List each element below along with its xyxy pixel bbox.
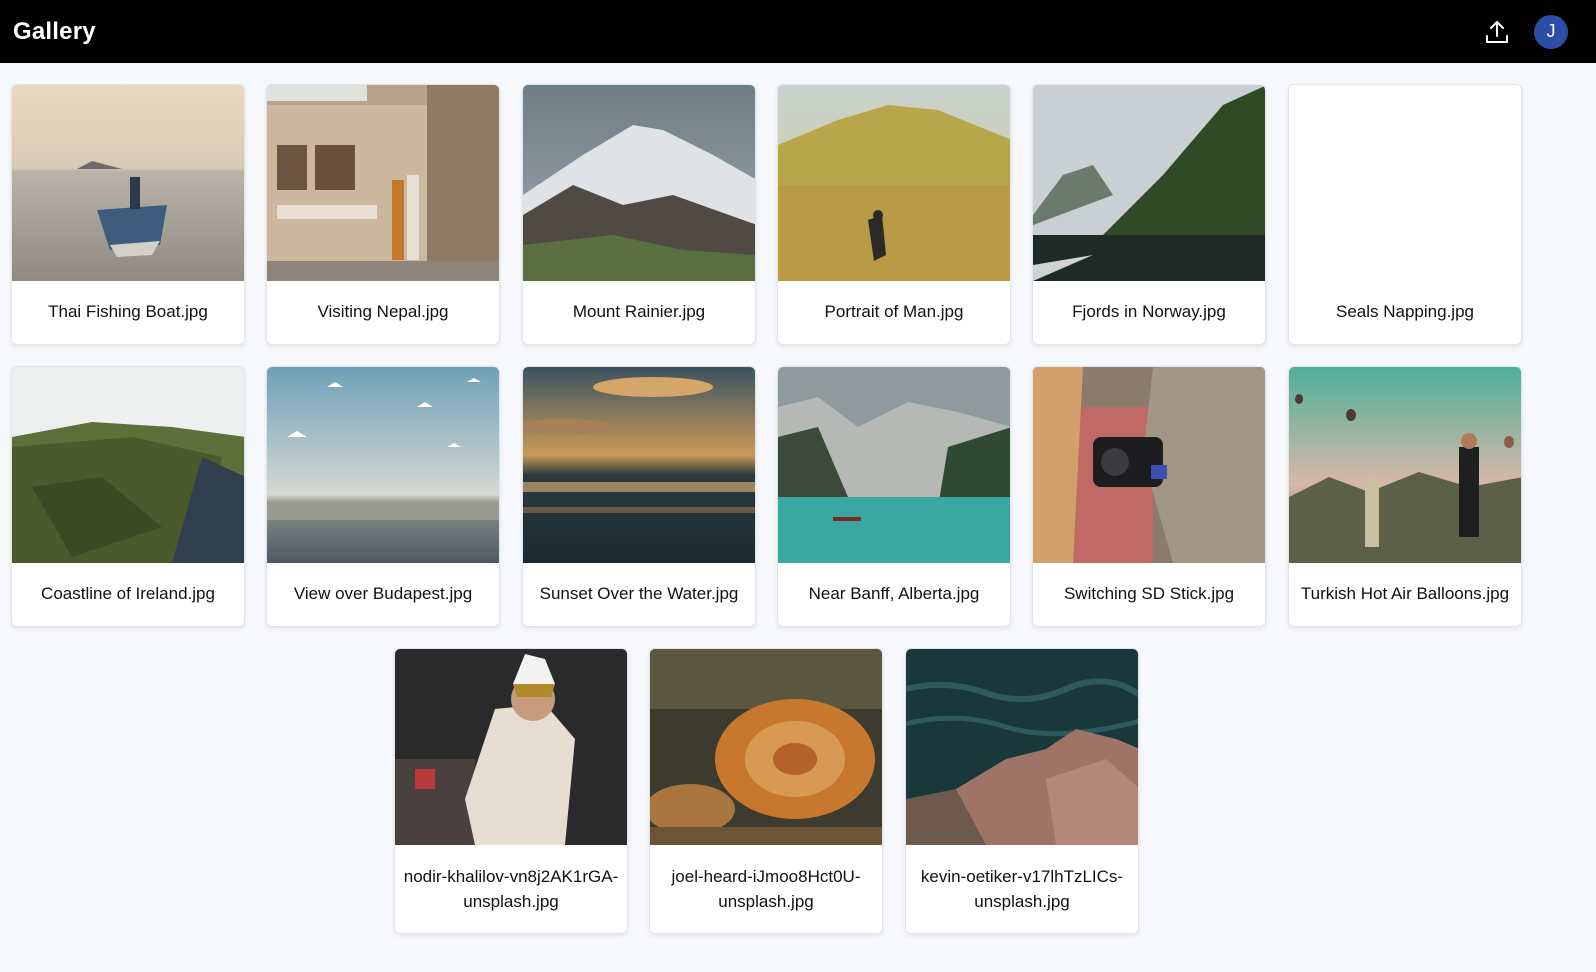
gallery-card[interactable]: Sunset Over the Water.jpg: [522, 366, 756, 627]
gallery-card[interactable]: kevin-oetiker-v17lhTzLICs-unsplash.jpg: [905, 648, 1139, 934]
photo-thumbnail: [1289, 367, 1521, 563]
photo-thumbnail: [778, 85, 1010, 281]
gallery-card[interactable]: Near Banff, Alberta.jpg: [777, 366, 1011, 627]
photo-filename: kevin-oetiker-v17lhTzLICs-unsplash.jpg: [920, 867, 1124, 911]
photo-filename: Mount Rainier.jpg: [572, 301, 706, 321]
photo-thumbnail: [1289, 85, 1521, 281]
photo-thumbnail: [906, 649, 1138, 845]
photo-filename: Switching SD Stick.jpg: [1063, 583, 1235, 603]
photo-filename: Fjords in Norway.jpg: [1072, 301, 1226, 321]
gallery-card[interactable]: nodir-khalilov-vn8j2AK1rGA-unsplash.jpg: [394, 648, 628, 934]
photo-filename: joel-heard-iJmoo8Hct0U-unsplash.jpg: [671, 867, 861, 911]
header-actions: J: [1480, 14, 1568, 49]
photo-filename: Turkish Hot Air Balloons.jpg: [1300, 583, 1510, 603]
photo-thumbnail: [650, 649, 882, 845]
photo-thumbnail: [523, 85, 755, 281]
photo-thumbnail: [267, 85, 499, 281]
photo-thumbnail: [12, 367, 244, 563]
gallery-grid: Thai Fishing Boat.jpg Visiting Nepal.jpg…: [0, 0, 1596, 972]
gallery-card[interactable]: Turkish Hot Air Balloons.jpg: [1288, 366, 1522, 627]
photo-thumbnail: [1033, 85, 1265, 281]
photo-filename: nodir-khalilov-vn8j2AK1rGA-unsplash.jpg: [403, 867, 619, 911]
photo-filename: Near Banff, Alberta.jpg: [808, 583, 980, 603]
gallery-card[interactable]: joel-heard-iJmoo8Hct0U-unsplash.jpg: [649, 648, 883, 934]
top-app-bar: Gallery J: [0, 0, 1596, 63]
gallery-card[interactable]: Coastline of Ireland.jpg: [11, 366, 245, 627]
gallery-card[interactable]: Visiting Nepal.jpg: [266, 84, 500, 345]
photo-thumbnail: [1033, 367, 1265, 563]
gallery-card[interactable]: Switching SD Stick.jpg: [1032, 366, 1266, 627]
photo-thumbnail: [395, 649, 627, 845]
photo-thumbnail: [523, 367, 755, 563]
user-avatar[interactable]: J: [1534, 14, 1568, 49]
gallery-card[interactable]: Mount Rainier.jpg: [522, 84, 756, 345]
gallery-card[interactable]: View over Budapest.jpg: [266, 366, 500, 627]
upload-button[interactable]: [1480, 15, 1514, 49]
gallery-card[interactable]: Seals Napping.jpg: [1288, 84, 1522, 345]
photo-filename: Thai Fishing Boat.jpg: [48, 301, 208, 321]
gallery-card[interactable]: Fjords in Norway.jpg: [1032, 84, 1266, 345]
photo-filename: Portrait of Man.jpg: [824, 301, 964, 321]
upload-icon: [1486, 20, 1508, 43]
gallery-card[interactable]: Portrait of Man.jpg: [777, 84, 1011, 345]
photo-filename: Sunset Over the Water.jpg: [539, 583, 739, 603]
photo-filename: Seals Napping.jpg: [1336, 301, 1474, 321]
photo-thumbnail: [12, 85, 244, 281]
gallery-card[interactable]: Thai Fishing Boat.jpg: [11, 84, 245, 345]
photo-filename: Coastline of Ireland.jpg: [41, 583, 215, 603]
photo-thumbnail: [267, 367, 499, 563]
photo-filename: View over Budapest.jpg: [293, 583, 473, 603]
app-title: Gallery: [13, 17, 96, 45]
photo-filename: Visiting Nepal.jpg: [317, 301, 449, 321]
photo-thumbnail: [778, 367, 1010, 563]
